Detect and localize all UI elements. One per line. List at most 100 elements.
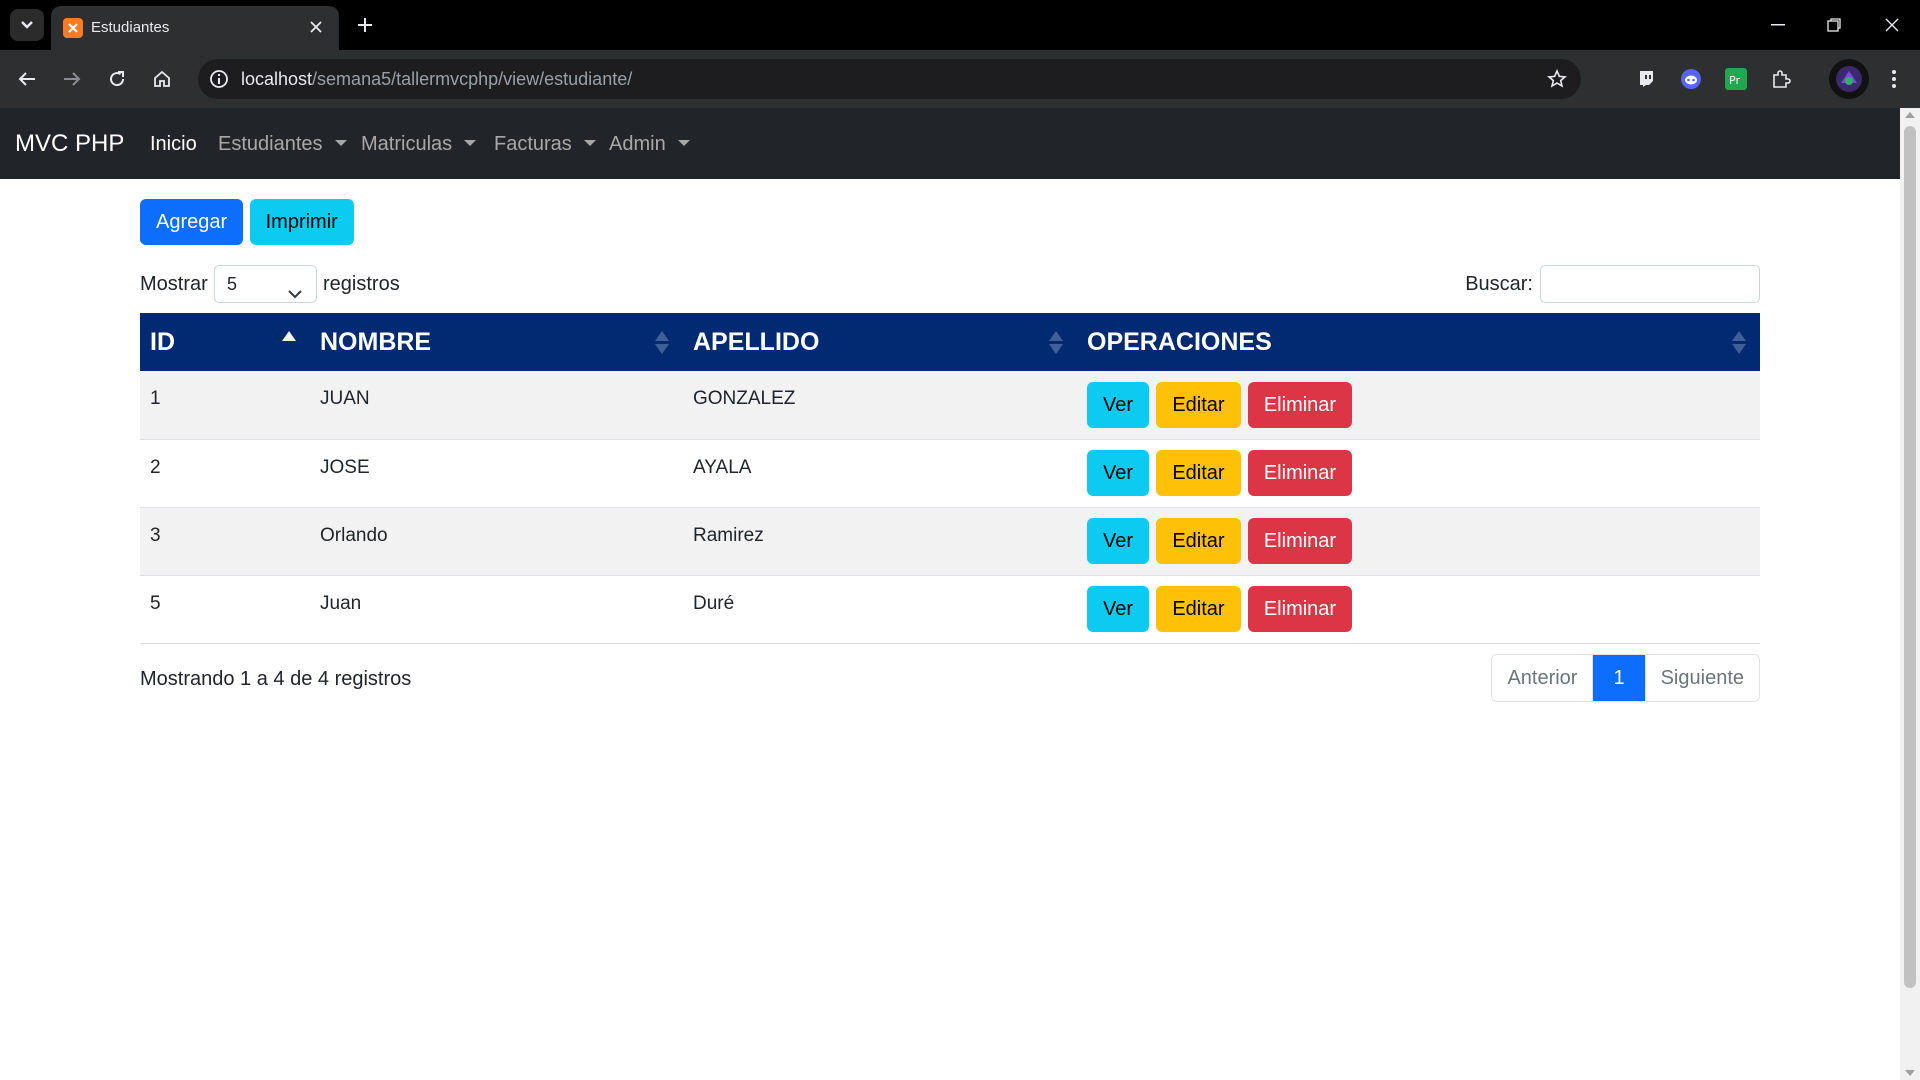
cell-apellido: Ramirez <box>683 507 1077 576</box>
sort-icon <box>1049 331 1063 355</box>
profile-avatar[interactable] <box>1829 59 1869 99</box>
caret-down-icon <box>583 139 596 146</box>
browser-tab[interactable]: Estudiantes <box>51 6 339 50</box>
address-bar[interactable]: localhost/semana5/tallermvcphp/view/estu… <box>198 59 1581 99</box>
tab-search-icon[interactable] <box>10 9 44 41</box>
edit-button[interactable]: Editar <box>1156 450 1241 496</box>
nav-item-admin[interactable]: Admin <box>609 133 690 156</box>
url-host: localhost <box>241 69 313 89</box>
length-suffix: registros <box>323 273 400 295</box>
table-footer: Mostrando 1 a 4 de 4 registros Anterior … <box>140 653 1760 702</box>
page-length-value: 5 <box>227 274 238 294</box>
tab-title: Estudiantes <box>91 19 170 36</box>
view-button[interactable]: Ver <box>1087 381 1150 428</box>
kebab-menu-icon[interactable] <box>1878 63 1910 95</box>
column-label: ID <box>150 327 175 356</box>
view-button[interactable]: Ver <box>1087 586 1150 632</box>
navbar-brand[interactable]: MVC PHP <box>15 130 124 158</box>
restore-icon[interactable] <box>1806 0 1862 50</box>
pagination: Anterior 1 Siguiente <box>1491 653 1760 702</box>
nav-item-label: Inicio <box>150 133 197 155</box>
table-header-row: ID NOMBRE APELLIDO OPERACIONES <box>140 313 1760 371</box>
column-header-nombre[interactable]: NOMBRE <box>310 313 683 371</box>
view-button[interactable]: Ver <box>1087 518 1150 564</box>
back-icon[interactable] <box>11 63 43 95</box>
minimize-icon[interactable] <box>1750 0 1806 50</box>
search-label: Buscar: <box>1465 273 1533 295</box>
delete-button[interactable]: Eliminar <box>1247 450 1353 496</box>
caret-down-icon <box>464 139 477 146</box>
content-container: Agregar Imprimir Mostrar 5 registros Bus… <box>140 199 1760 702</box>
nav-item-matriculas[interactable]: Matriculas <box>361 133 477 156</box>
delete-button[interactable]: Eliminar <box>1247 586 1353 632</box>
column-header-operaciones[interactable]: OPERACIONES <box>1077 313 1760 371</box>
sort-icon <box>655 331 669 355</box>
nav-item-label: Matriculas <box>361 133 453 155</box>
column-header-apellido[interactable]: APELLIDO <box>683 313 1077 371</box>
nav-item-label: Admin <box>609 133 666 155</box>
table-row: 1 JUAN GONZALEZ Ver Editar Eliminar <box>140 371 1760 440</box>
caret-down-icon <box>677 139 690 146</box>
edit-button[interactable]: Editar <box>1156 518 1241 564</box>
twitch-icon[interactable] <box>1630 63 1662 95</box>
column-label: APELLIDO <box>693 327 820 356</box>
browser-tabstrip: Estudiantes <box>0 0 1920 50</box>
star-icon[interactable] <box>1543 65 1571 93</box>
cell-id: 5 <box>140 575 310 644</box>
pagination-page-1[interactable]: 1 <box>1592 654 1645 701</box>
add-button[interactable]: Agregar <box>140 199 244 245</box>
column-header-id[interactable]: ID <box>140 313 310 371</box>
table-controls: Mostrar 5 registros Buscar: <box>140 265 1760 303</box>
delete-button[interactable]: Eliminar <box>1247 518 1353 564</box>
cell-nombre: Orlando <box>310 507 683 576</box>
column-label: OPERACIONES <box>1087 327 1272 356</box>
scroll-down-icon[interactable] <box>1905 1070 1915 1076</box>
url-path: /semana5/tallermvcphp/view/estudiante/ <box>312 69 633 89</box>
edit-button[interactable]: Editar <box>1156 586 1241 632</box>
svg-text:Pr: Pr <box>1729 74 1740 87</box>
page-viewport: MVC PHP Inicio Estudiantes Matriculas Fa… <box>0 108 1900 1080</box>
view-button[interactable]: Ver <box>1087 450 1150 496</box>
cell-apellido: GONZALEZ <box>683 371 1077 440</box>
xampp-favicon-icon <box>63 18 83 38</box>
home-icon[interactable] <box>146 63 178 95</box>
close-window-icon[interactable] <box>1864 0 1920 50</box>
table-row: 2 JOSE AYALA Ver Editar Eliminar <box>140 439 1760 508</box>
column-label: NOMBRE <box>320 327 432 356</box>
reload-icon[interactable] <box>101 63 133 95</box>
nav-item-facturas[interactable]: Facturas <box>494 133 596 156</box>
pagination-prev[interactable]: Anterior <box>1492 654 1593 701</box>
navbar: MVC PHP Inicio Estudiantes Matriculas Fa… <box>0 108 1900 179</box>
nav-item-inicio[interactable]: Inicio <box>150 133 197 156</box>
forward-icon[interactable] <box>56 63 88 95</box>
page-scrollbar[interactable] <box>1900 108 1920 1080</box>
search-input[interactable] <box>1540 265 1760 303</box>
sort-asc-icon <box>282 331 296 355</box>
cell-id: 2 <box>140 439 310 508</box>
edit-button[interactable]: Editar <box>1156 381 1241 428</box>
close-icon[interactable] <box>305 16 327 38</box>
scrollbar-thumb[interactable] <box>1904 126 1916 988</box>
cell-operaciones: Ver Editar Eliminar <box>1077 371 1760 440</box>
browser-toolbar: localhost/semana5/tallermvcphp/view/estu… <box>0 50 1920 108</box>
nav-item-estudiantes[interactable]: Estudiantes <box>218 133 347 156</box>
premiere-icon[interactable]: Pr <box>1720 63 1752 95</box>
site-info-icon[interactable] <box>205 65 233 93</box>
action-buttons: Agregar Imprimir <box>140 199 1760 245</box>
page-length-select[interactable]: 5 <box>214 265 317 303</box>
cell-operaciones: Ver Editar Eliminar <box>1077 575 1760 644</box>
cell-id: 1 <box>140 371 310 440</box>
discord-icon[interactable] <box>1675 63 1707 95</box>
students-table: ID NOMBRE APELLIDO OPERACIONES 1 JUAN GO… <box>140 313 1760 644</box>
nav-item-label: Estudiantes <box>218 133 323 155</box>
pagination-next[interactable]: Siguiente <box>1644 654 1759 701</box>
cell-nombre: JUAN <box>310 371 683 440</box>
caret-down-icon <box>334 139 347 146</box>
delete-button[interactable]: Eliminar <box>1247 381 1353 428</box>
extensions-icon[interactable] <box>1765 63 1797 95</box>
cell-apellido: Duré <box>683 575 1077 644</box>
print-button[interactable]: Imprimir <box>249 199 354 245</box>
cell-apellido: AYALA <box>683 439 1077 508</box>
plus-icon[interactable] <box>352 12 378 38</box>
scroll-up-icon[interactable] <box>1905 112 1915 118</box>
